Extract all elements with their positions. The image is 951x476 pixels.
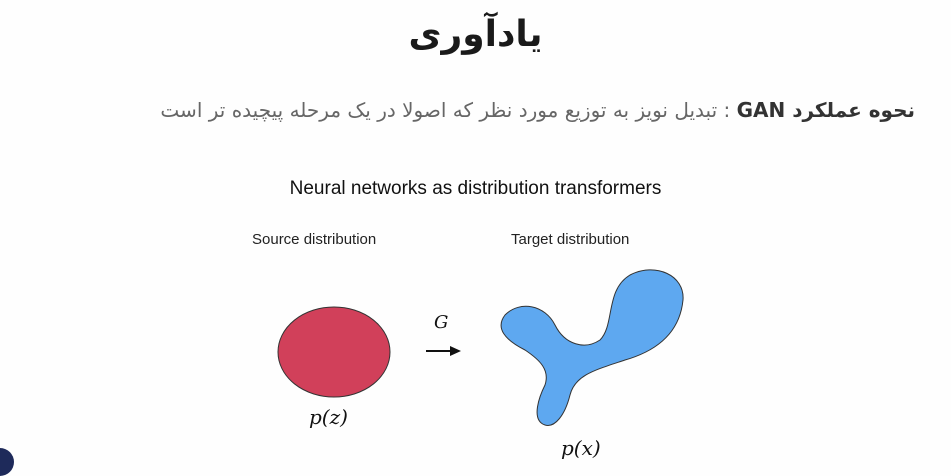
generator-label: G [434, 312, 449, 333]
arrow-icon [426, 346, 461, 356]
distribution-diagram [277, 269, 684, 426]
target-math-label: p(x) [561, 436, 601, 460]
source-math-label: p(z) [309, 405, 348, 429]
target-distribution-blob [500, 269, 684, 426]
source-distribution-blob [277, 306, 391, 398]
